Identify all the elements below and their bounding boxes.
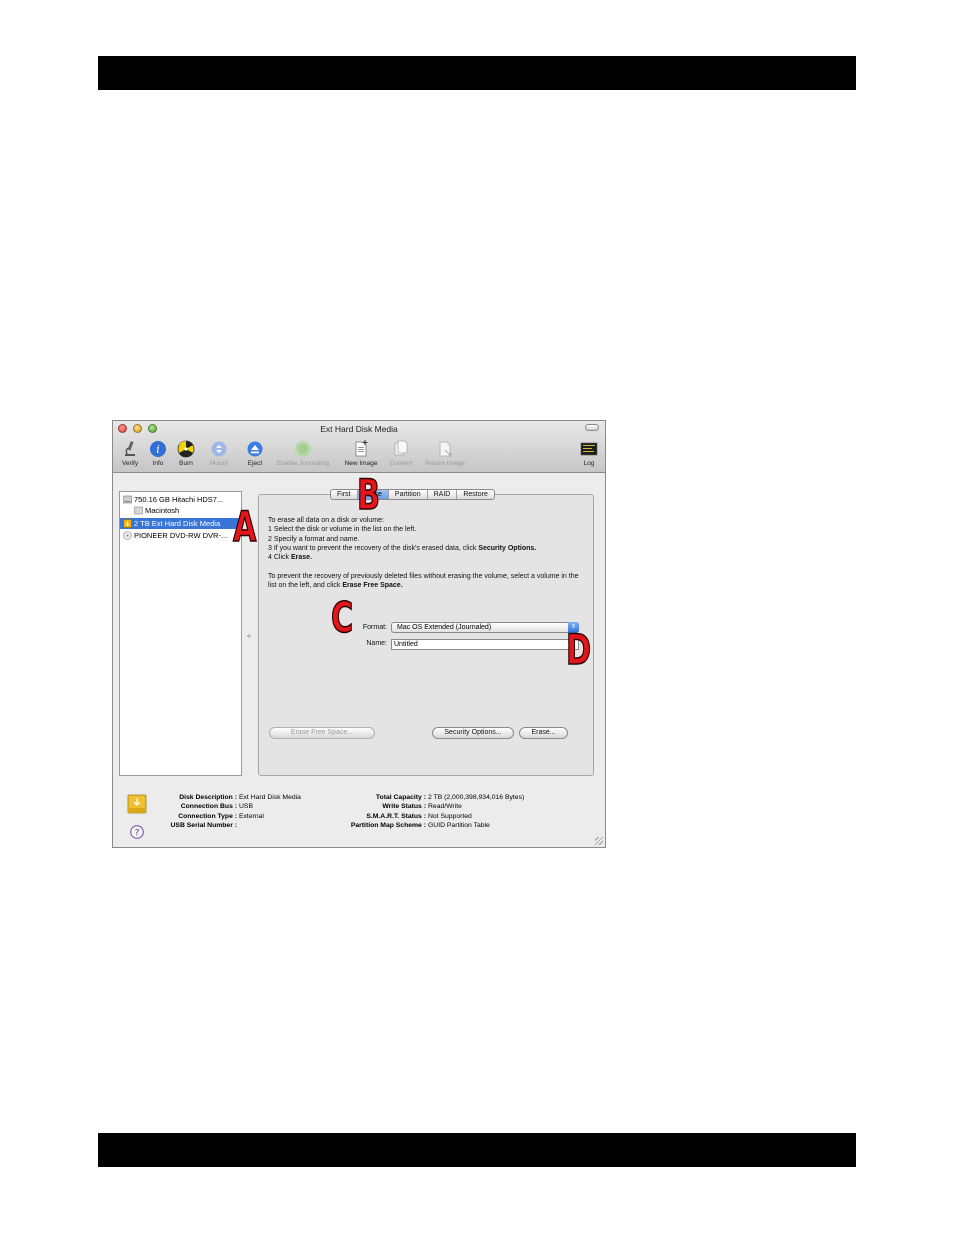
total-capacity-value: 2 TB (2,000,398,934,016 Bytes) [428,794,525,801]
toolbar-info-button[interactable]: i Info [149,440,167,467]
toolbar-mount-button[interactable]: Mount [207,440,231,467]
info-icon: i [150,441,166,457]
toolbar-eject-button[interactable]: Eject [245,440,265,467]
toolbar-burn-button[interactable]: Burn [176,440,196,467]
instructions-step-1: 1 Select the disk or volume in the list … [268,526,417,534]
page-footer-bar [98,1133,856,1167]
split-view-handle[interactable]: « [247,633,251,640]
toolbar-enable-journaling-label: Enable Journaling [276,460,330,467]
toolbar-verify-label: Verify [121,460,139,467]
callout-d: D [565,625,591,674]
callout-b: B [356,470,380,519]
window-title: Ext Hard Disk Media [320,424,398,434]
tab-first-aid[interactable]: First [331,490,358,499]
burn-icon [177,440,195,458]
callout-c: C [330,593,353,642]
toolbar-eject-label: Eject [247,460,263,467]
name-field[interactable]: Untitled [391,639,579,650]
page-header-bar [98,56,856,90]
toolbar-convert-label: Convert [389,460,413,467]
disk-description-value: Ext Hard Disk Media [239,794,301,801]
connection-bus-value: USB [239,803,253,811]
device-item-label: Macintosh [145,506,180,515]
toolbar-verify-button[interactable]: Verify [119,440,141,467]
usb-serial-number-key: USB Serial Number : [170,822,237,830]
instructions-step-3: 3 If you want to prevent the recovery of… [268,544,479,552]
erase-instructions: To erase all data on a disk or volume: 1… [268,516,588,600]
tab-restore[interactable]: Restore [457,490,494,499]
convert-icon [394,440,408,456]
mount-icon [211,441,227,457]
title-bar: Ext Hard Disk Media Verify i Info Burn M… [113,421,605,473]
tab-partition[interactable]: Partition [389,490,428,499]
connection-type-value: External [239,812,264,820]
svg-text:i: i [156,443,160,456]
journaling-icon [295,441,311,457]
partition-map-scheme-value: GUID Partition Table [428,822,490,830]
toolbar-new-image-button[interactable]: New Image [340,440,382,467]
instructions-free-space: To prevent the recovery of previously de… [268,572,579,590]
format-label: Format: [362,624,387,631]
write-status-value: Read/Write [428,803,462,811]
window-resize-grip[interactable] [595,837,603,845]
device-item-macintosh[interactable]: Macintosh [120,505,241,516]
smart-status-key: S.M.A.R.T. Status : [366,812,426,820]
device-item-hitachi[interactable]: 750.16 GB Hitachi HDS7... [120,494,241,505]
toolbar-log-label: Log [583,460,595,467]
instructions-step-4: 4 Click [268,554,291,562]
instructions-free-space-emphasis: Erase Free Space. [342,582,403,590]
new-image-icon [355,440,368,457]
tab-raid[interactable]: RAID [428,490,458,499]
resize-image-icon [439,441,452,457]
toolbar-mount-label: Mount [209,460,229,467]
optical-drive-icon [123,531,132,540]
microscope-icon [125,440,135,456]
total-capacity-key: Total Capacity : [375,794,426,801]
hard-disk-icon [123,495,132,504]
toolbar-enable-journaling-button[interactable]: Enable Journaling [271,440,335,467]
disk-description-key: Disk Description : [179,794,237,801]
smart-status-value: Not Supported [428,812,472,820]
toolbar-info-label: Info [152,460,164,467]
toolbar-toggle-button[interactable] [585,424,599,431]
toolbar-burn-label: Burn [179,460,193,467]
instructions-step-2: 2 Specify a format and name. [268,535,360,543]
device-item-label: 750.16 GB Hitachi HDS7... [134,495,224,504]
external-disk-icon [123,519,132,528]
format-selected-value: Mac OS Extended (Journaled) [397,624,492,631]
format-popup[interactable]: Mac OS Extended (Journaled) ⇕ [391,622,579,633]
toolbar-log-button[interactable]: Log [577,440,601,467]
device-list[interactable]: 750.16 GB Hitachi HDS7... Macintosh 2 TB… [119,491,242,776]
security-options-button[interactable]: Security Options... [432,727,514,739]
connection-type-key: Connection Type : [178,812,237,820]
instructions-step-4-emphasis: Erase. [290,554,312,562]
erase-free-space-button[interactable]: Erase Free Space... [269,727,375,739]
toolbar-resize-image-label: Resize Image [425,460,465,467]
connection-bus-key: Connection Bus : [180,803,237,811]
external-disk-icon [127,794,147,814]
help-icon[interactable]: ? [130,825,144,839]
toolbar-resize-image-button[interactable]: Resize Image [420,440,470,467]
device-item-label: PIONEER DVD-RW DVR-... [134,531,228,540]
instructions-step-3-emphasis: Security Options. [478,544,537,552]
name-label: Name: [366,640,387,647]
callout-a: A [232,502,256,551]
toolbar-convert-button[interactable]: Convert [385,440,417,467]
write-status-key: Write Status : [382,803,426,811]
device-item-pioneer-dvd[interactable]: PIONEER DVD-RW DVR-... [120,530,241,541]
erase-button[interactable]: Erase... [519,727,568,739]
eject-icon [247,441,263,457]
log-icon [580,442,598,456]
toolbar-new-image-label: New Image [344,460,378,467]
svg-text:?: ? [135,828,140,838]
tab-bar: First Erase Partition RAID Restore [330,489,495,500]
partition-map-scheme-key: Partition Map Scheme : [350,822,426,830]
device-item-label: 2 TB Ext Hard Disk Media [134,519,221,528]
volume-icon [134,506,143,515]
device-item-ext-hard-disk[interactable]: 2 TB Ext Hard Disk Media [120,518,241,529]
